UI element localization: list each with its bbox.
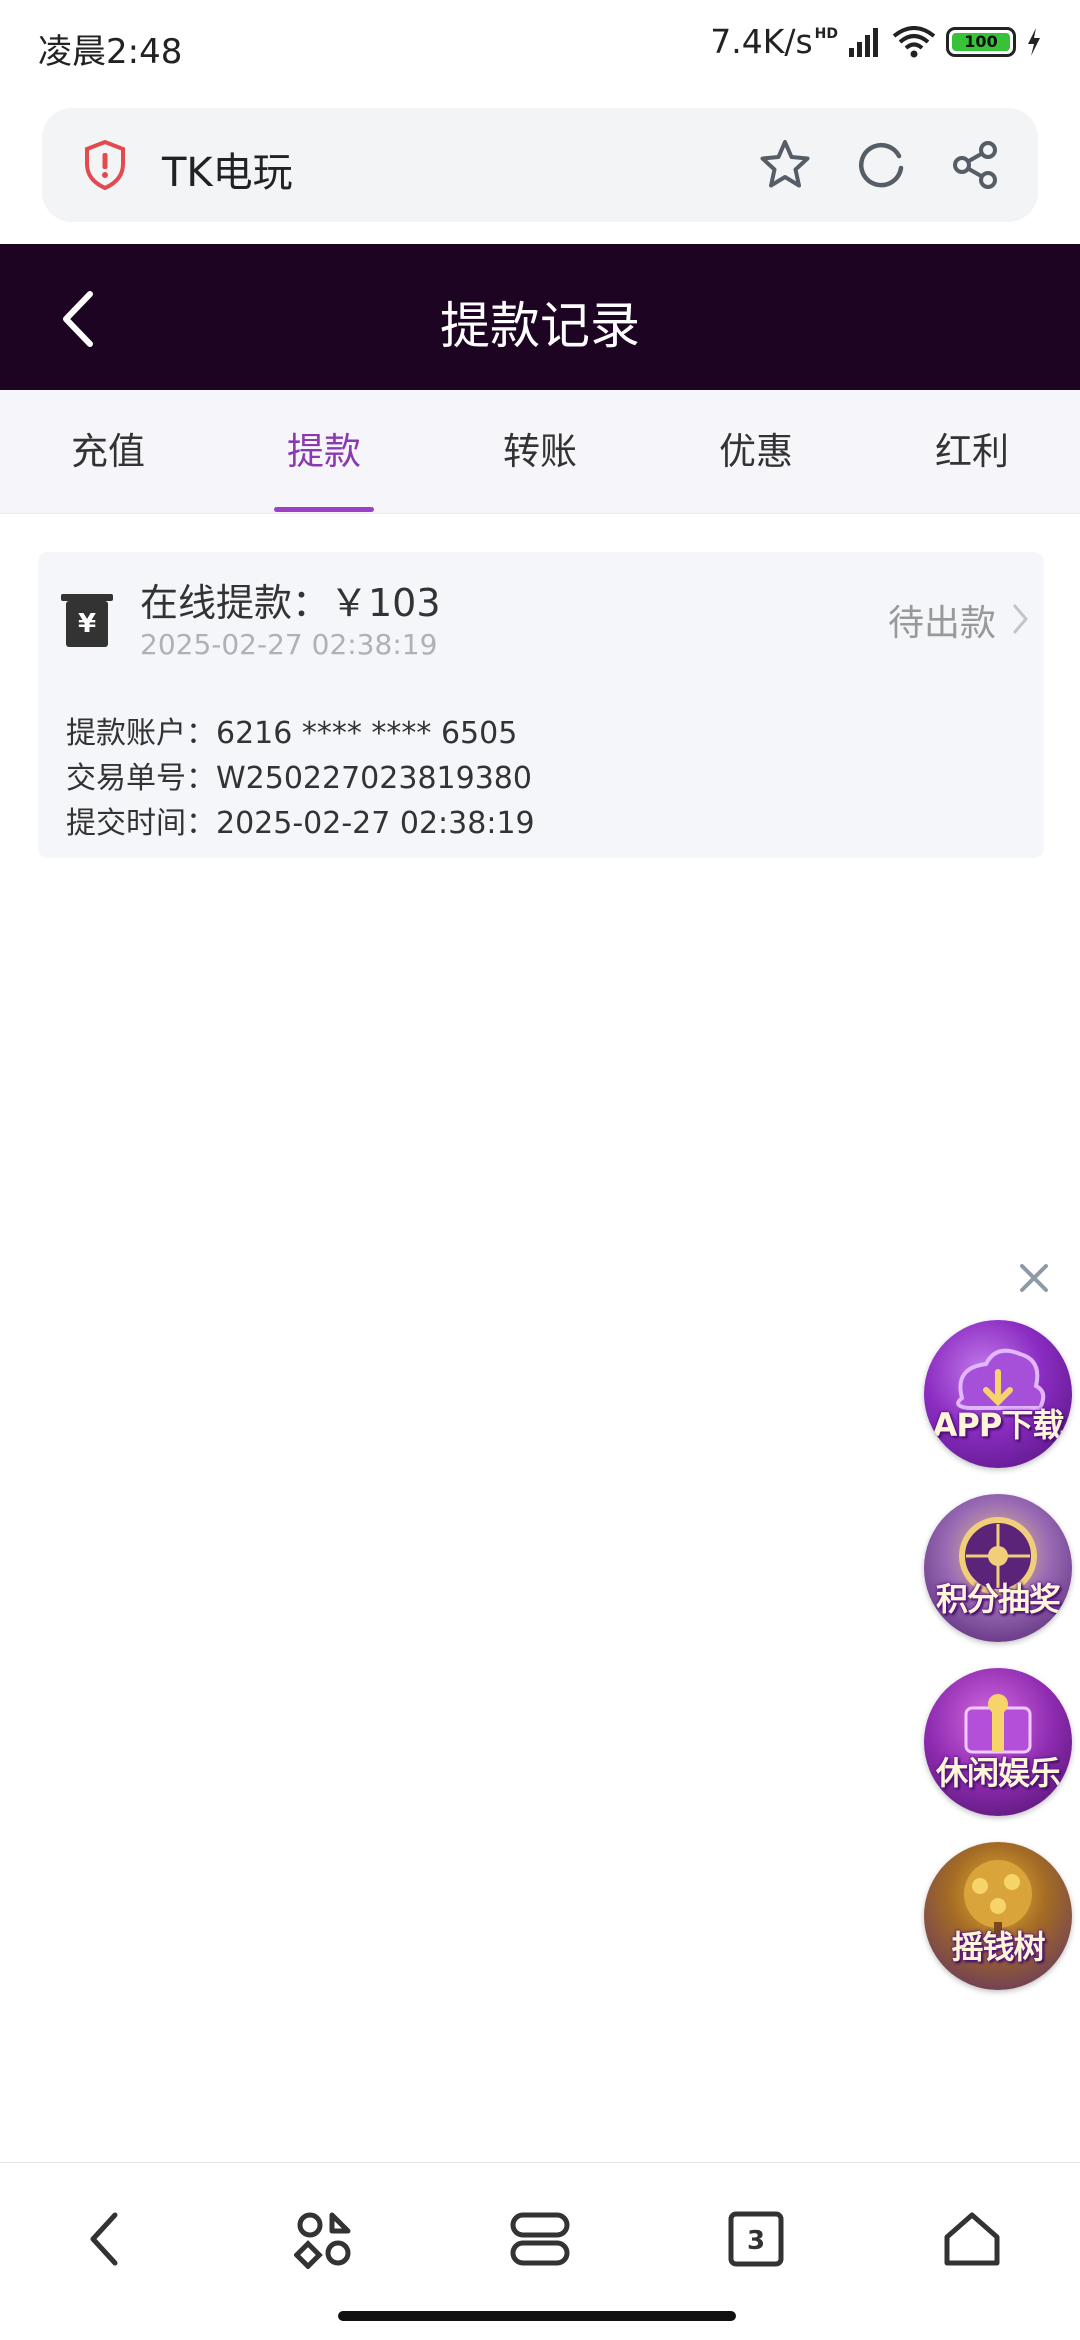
- stack-icon: [510, 2212, 570, 2266]
- share-icon[interactable]: [948, 138, 1002, 192]
- battery-level: 100: [964, 32, 998, 51]
- signal-icon: [849, 27, 878, 57]
- status-bar: 凌晨2:48 7.4K/s HD 100: [0, 0, 1080, 96]
- record-submit-time: 提交时间：2025-02-27 02:38:19: [66, 806, 535, 841]
- browser-bottom-nav: 3: [0, 2162, 1080, 2340]
- tab-recharge[interactable]: 充值: [0, 390, 216, 514]
- float-label: APP下载: [932, 1406, 1065, 1444]
- record-order-number: 交易单号：W250227023819380: [66, 761, 532, 796]
- leisure-entertainment-float-button[interactable]: 休闲娱乐: [924, 1668, 1072, 1816]
- status-time: 凌晨2:48: [38, 32, 183, 72]
- record-title: 在线提款：￥103: [140, 581, 441, 625]
- hd-indicator: HD: [814, 26, 838, 42]
- nav-tabs-button[interactable]: 3: [716, 2199, 796, 2279]
- shield-icon[interactable]: [84, 140, 126, 190]
- tab-label: 充值: [71, 430, 145, 473]
- float-label: 摇钱树: [951, 1928, 1045, 1966]
- nav-home-button[interactable]: [932, 2199, 1012, 2279]
- browser-page-title[interactable]: TK电玩: [162, 140, 293, 198]
- browser-address-bar[interactable]: TK电玩: [42, 108, 1038, 222]
- points-lottery-float-button[interactable]: 积分抽奖: [924, 1494, 1072, 1642]
- active-tab-indicator: [274, 507, 374, 512]
- withdrawal-record-card[interactable]: ¥ 在线提款：￥103 2025-02-27 02:38:19 待出款 提款账户…: [38, 552, 1044, 858]
- back-icon: [90, 2212, 118, 2266]
- network-speed-value: 7.4K/s: [710, 22, 813, 61]
- home-icon: [944, 2212, 1000, 2266]
- refresh-icon[interactable]: [854, 138, 908, 192]
- record-date: 2025-02-27 02:38:19: [140, 628, 438, 661]
- nav-menu-button[interactable]: [284, 2199, 364, 2279]
- tab-promotion[interactable]: 优惠: [648, 390, 864, 514]
- command-menu-icon: [294, 2212, 351, 2269]
- home-indicator[interactable]: [338, 2311, 736, 2321]
- wifi-icon: [892, 25, 936, 57]
- record-account: 提款账户：6216 **** **** 6505: [66, 716, 518, 751]
- tab-label: 红利: [935, 430, 1009, 473]
- chevron-right-icon[interactable]: [1010, 602, 1030, 636]
- tabs-count-icon: 3: [728, 2211, 784, 2267]
- app-screen: 凌晨2:48 7.4K/s HD 100 TK电玩 提款记录 充值 提款 转账 …: [0, 0, 1080, 2340]
- tabs-count: 3: [747, 2226, 765, 2256]
- nav-bookmarks-button[interactable]: [500, 2199, 580, 2279]
- withdraw-atm-icon: ¥: [61, 594, 113, 647]
- nav-back-button[interactable]: [66, 2199, 146, 2279]
- svg-text:¥: ¥: [78, 609, 96, 639]
- tab-label: 转账: [503, 430, 577, 473]
- tab-withdraw[interactable]: 提款: [216, 390, 432, 514]
- money-tree-float-button[interactable]: 摇钱树: [924, 1842, 1072, 1990]
- tab-transfer[interactable]: 转账: [432, 390, 648, 514]
- tab-label: 提款: [287, 430, 361, 473]
- record-type-tabs: 充值 提款 转账 优惠 红利: [0, 390, 1080, 514]
- float-label: 积分抽奖: [935, 1580, 1061, 1618]
- page-title: 提款记录: [440, 297, 640, 355]
- tab-label: 优惠: [719, 430, 793, 473]
- app-download-float-button[interactable]: APP下载: [924, 1320, 1072, 1468]
- page-header: 提款记录: [0, 244, 1080, 390]
- float-label: 休闲娱乐: [935, 1754, 1061, 1792]
- close-icon[interactable]: [1014, 1258, 1054, 1298]
- status-icons: 7.4K/s HD 100: [710, 22, 1042, 61]
- battery-icon: 100: [946, 26, 1016, 57]
- network-speed: 7.4K/s HD: [710, 22, 838, 61]
- record-status[interactable]: 待出款: [888, 594, 996, 646]
- charging-icon: [1028, 27, 1040, 56]
- star-icon[interactable]: [758, 138, 812, 192]
- tab-bonus[interactable]: 红利: [864, 390, 1080, 514]
